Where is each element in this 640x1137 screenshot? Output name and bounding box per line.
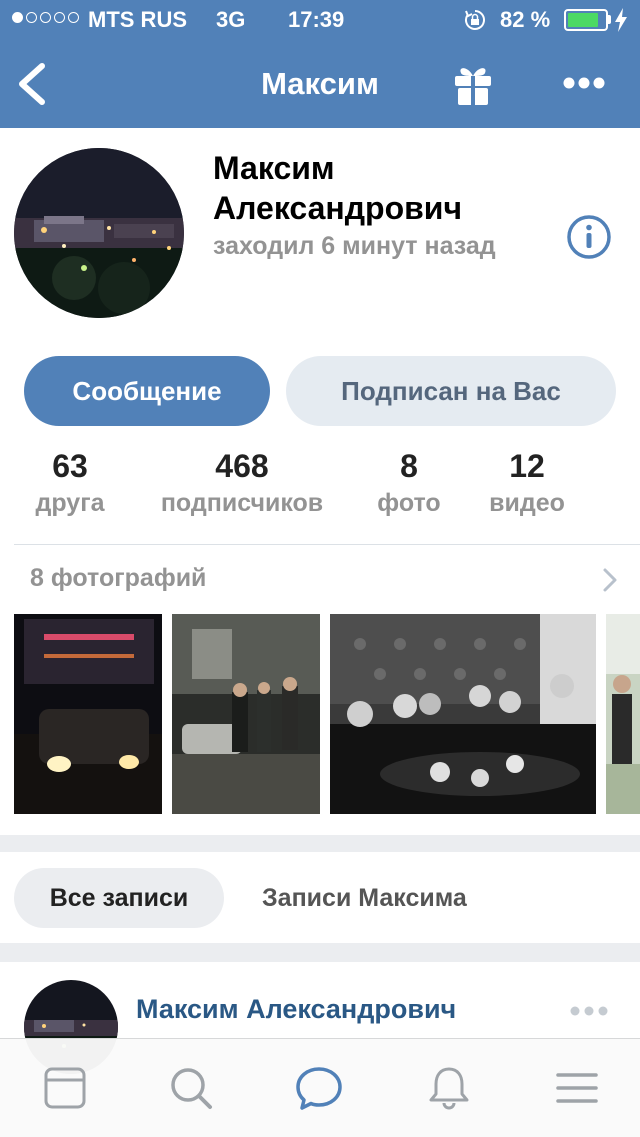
carrier-name: MTS RUS — [88, 7, 187, 32]
counter-followers[interactable]: 468 подписчиков — [146, 446, 338, 520]
battery-percent: 82 % — [500, 7, 551, 32]
photo-thumbnail[interactable] — [606, 614, 640, 814]
subscribed-button[interactable]: Подписан на Вас — [286, 356, 616, 426]
post-author[interactable]: Максим Александрович — [136, 994, 456, 1025]
counter-value: 63 — [52, 448, 88, 484]
profile-card: Максим Александрович заходил 6 минут наз… — [0, 128, 640, 835]
counter-label: подписчиков — [160, 489, 324, 517]
search-icon[interactable] — [166, 1063, 216, 1113]
clock: 17:39 — [288, 7, 345, 32]
counter-value: 8 — [400, 448, 418, 484]
counter-value: 468 — [215, 448, 269, 484]
menu-icon[interactable] — [552, 1063, 602, 1113]
info-icon[interactable] — [566, 214, 612, 260]
battery-icon — [564, 9, 608, 31]
battery-level — [568, 13, 598, 27]
messages-icon[interactable] — [294, 1063, 344, 1113]
counter-value: 12 — [509, 448, 545, 484]
avatar-image — [14, 148, 184, 318]
notifications-icon[interactable] — [424, 1063, 474, 1113]
counter-label: видео — [489, 489, 565, 517]
network-type: 3G — [216, 7, 246, 32]
photos-header[interactable]: 8 фотографий — [30, 564, 206, 593]
more-icon[interactable] — [562, 76, 606, 90]
more-icon[interactable] — [570, 1006, 608, 1016]
divider — [14, 544, 640, 545]
last-seen-status: заходил 6 минут назад — [213, 232, 496, 260]
photo-thumbnail[interactable] — [330, 614, 596, 814]
photo-thumbnail[interactable] — [172, 614, 320, 814]
bottom-tab-bar — [0, 1038, 640, 1137]
news-feed-icon[interactable] — [40, 1063, 90, 1113]
profile-counters: 63 друга 468 подписчиков 8 фото 12 видео — [0, 446, 640, 526]
signal-strength — [12, 12, 79, 23]
tab-own-posts[interactable]: Записи Максима — [262, 884, 467, 913]
top-bar: MTS RUS 3G 17:39 82 % Максим — [0, 0, 640, 128]
message-button[interactable]: Сообщение — [24, 356, 270, 426]
avatar[interactable] — [14, 148, 184, 318]
gift-icon[interactable] — [452, 62, 494, 106]
photo-thumbnail[interactable] — [14, 614, 162, 814]
counter-photos[interactable]: 8 фото — [364, 446, 454, 520]
chevron-right-icon[interactable] — [600, 566, 620, 594]
tab-all-posts[interactable]: Все записи — [14, 868, 224, 928]
wall-tabs: Все записи Записи Максима — [0, 852, 640, 943]
counter-label: друга — [35, 489, 105, 517]
photo-strip — [14, 614, 640, 814]
rotation-lock-icon — [465, 10, 485, 30]
counter-videos[interactable]: 12 видео — [476, 446, 578, 520]
counter-friends[interactable]: 63 друга — [14, 446, 126, 520]
charging-icon — [615, 8, 627, 32]
status-bar: MTS RUS 3G 17:39 82 % — [0, 0, 640, 40]
counter-label: фото — [377, 489, 441, 517]
page-title: Максим — [261, 66, 379, 101]
profile-name: Максим Александрович — [213, 150, 463, 226]
